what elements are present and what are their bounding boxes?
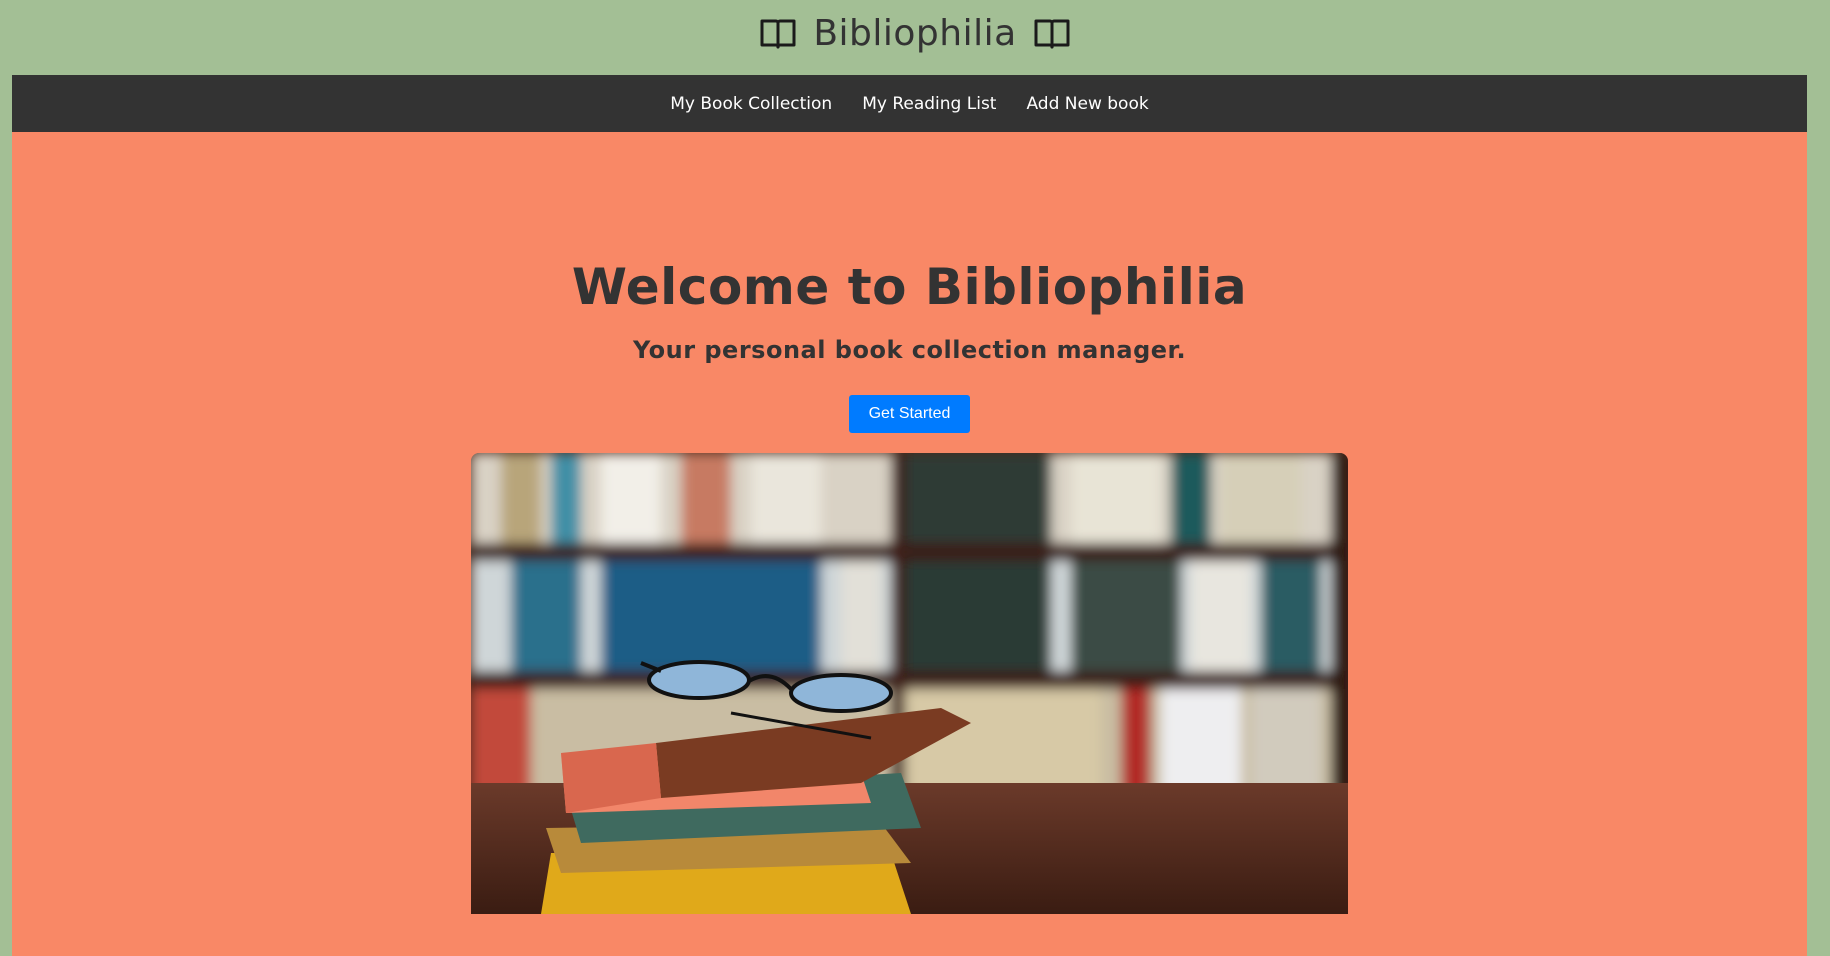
main-navbar: My Book Collection My Reading List Add N… <box>12 75 1807 132</box>
nav-link-my-book-collection[interactable]: My Book Collection <box>670 94 832 114</box>
hero-section: Welcome to Bibliophilia Your personal bo… <box>12 132 1807 956</box>
page-edge-scroll-indicator <box>1822 580 1830 750</box>
open-book-icon <box>1033 17 1071 51</box>
open-book-icon <box>759 17 797 51</box>
nav-link-my-reading-list[interactable]: My Reading List <box>862 94 996 114</box>
site-header: Bibliophilia <box>0 0 1830 75</box>
nav-link-add-new-book[interactable]: Add New book <box>1026 94 1148 114</box>
hero-title: Welcome to Bibliophilia <box>571 258 1248 316</box>
hero-image-books-and-glasses <box>471 453 1348 914</box>
get-started-button[interactable]: Get Started <box>849 395 970 433</box>
hero-subtitle: Your personal book collection manager. <box>632 336 1187 364</box>
site-title-text: Bibliophilia <box>813 13 1017 54</box>
site-title: Bibliophilia <box>759 13 1070 54</box>
